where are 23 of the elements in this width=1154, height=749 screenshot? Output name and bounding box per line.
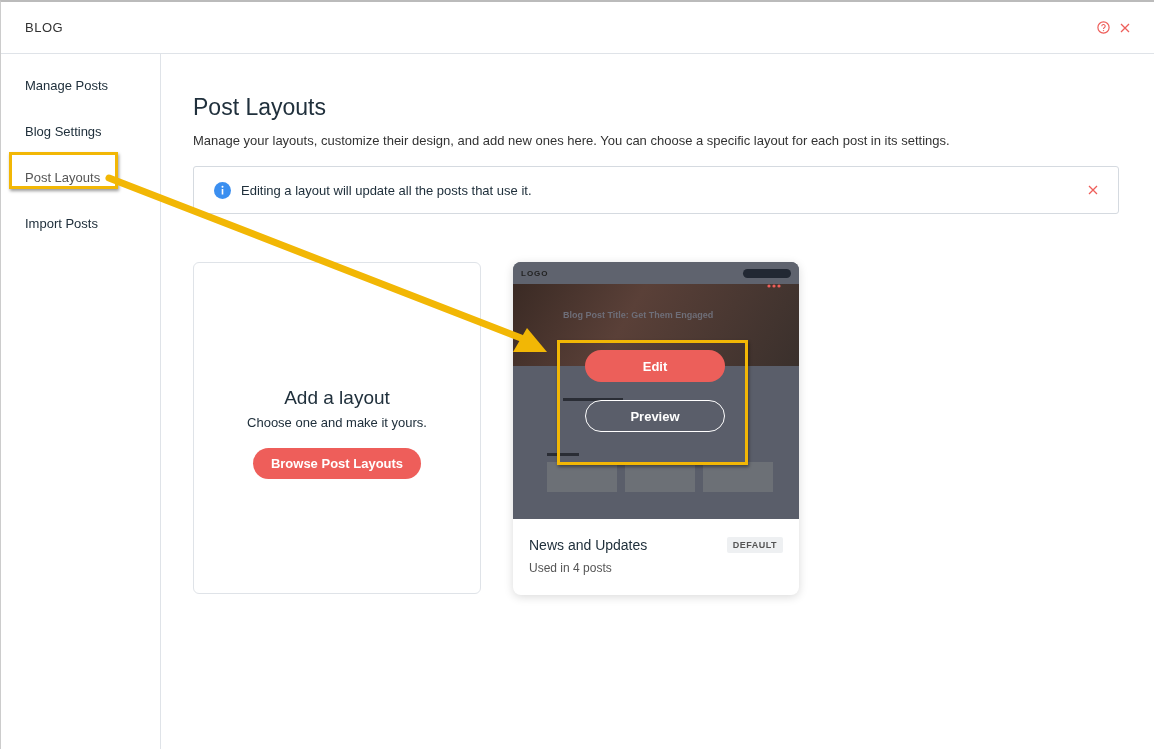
card-subtitle: Choose one and make it yours. (247, 415, 427, 430)
window-title: BLOG (25, 20, 64, 35)
page-title: Post Layouts (193, 94, 327, 121)
page-description: Manage your layouts, customize their design, and add new ones here. You can choose a specific layout for each post in its settings. (193, 133, 951, 148)
section-heading-drawing (547, 453, 579, 456)
info-icon (214, 181, 231, 199)
card-title: Add a layout (284, 387, 390, 409)
text-lines-drawing (563, 398, 623, 401)
sidebar-item[interactable]: Blog Settings (1, 108, 160, 154)
close-icon[interactable] (1088, 185, 1098, 195)
sidebar-item[interactable]: Manage Posts (1, 62, 160, 108)
preview-logo: LOGO (521, 268, 549, 278)
close-icon[interactable] (1120, 22, 1130, 33)
info-text: Editing a layout will update all the posts that use it. (241, 182, 533, 198)
default-badge: DEFAULT (726, 537, 783, 553)
more-icon[interactable] (767, 284, 781, 288)
sidebar-item[interactable]: Post Layouts (1, 154, 160, 200)
layout-name: News and Updates (529, 537, 648, 553)
layout-usage: Used in 4 posts (529, 561, 613, 575)
sidebar-item[interactable]: Import Posts (1, 200, 160, 246)
photo-placeholder (703, 462, 773, 492)
preview-post-title: Blog Post Title: Get Them Engaged (563, 310, 715, 320)
help-icon[interactable] (1097, 21, 1110, 34)
